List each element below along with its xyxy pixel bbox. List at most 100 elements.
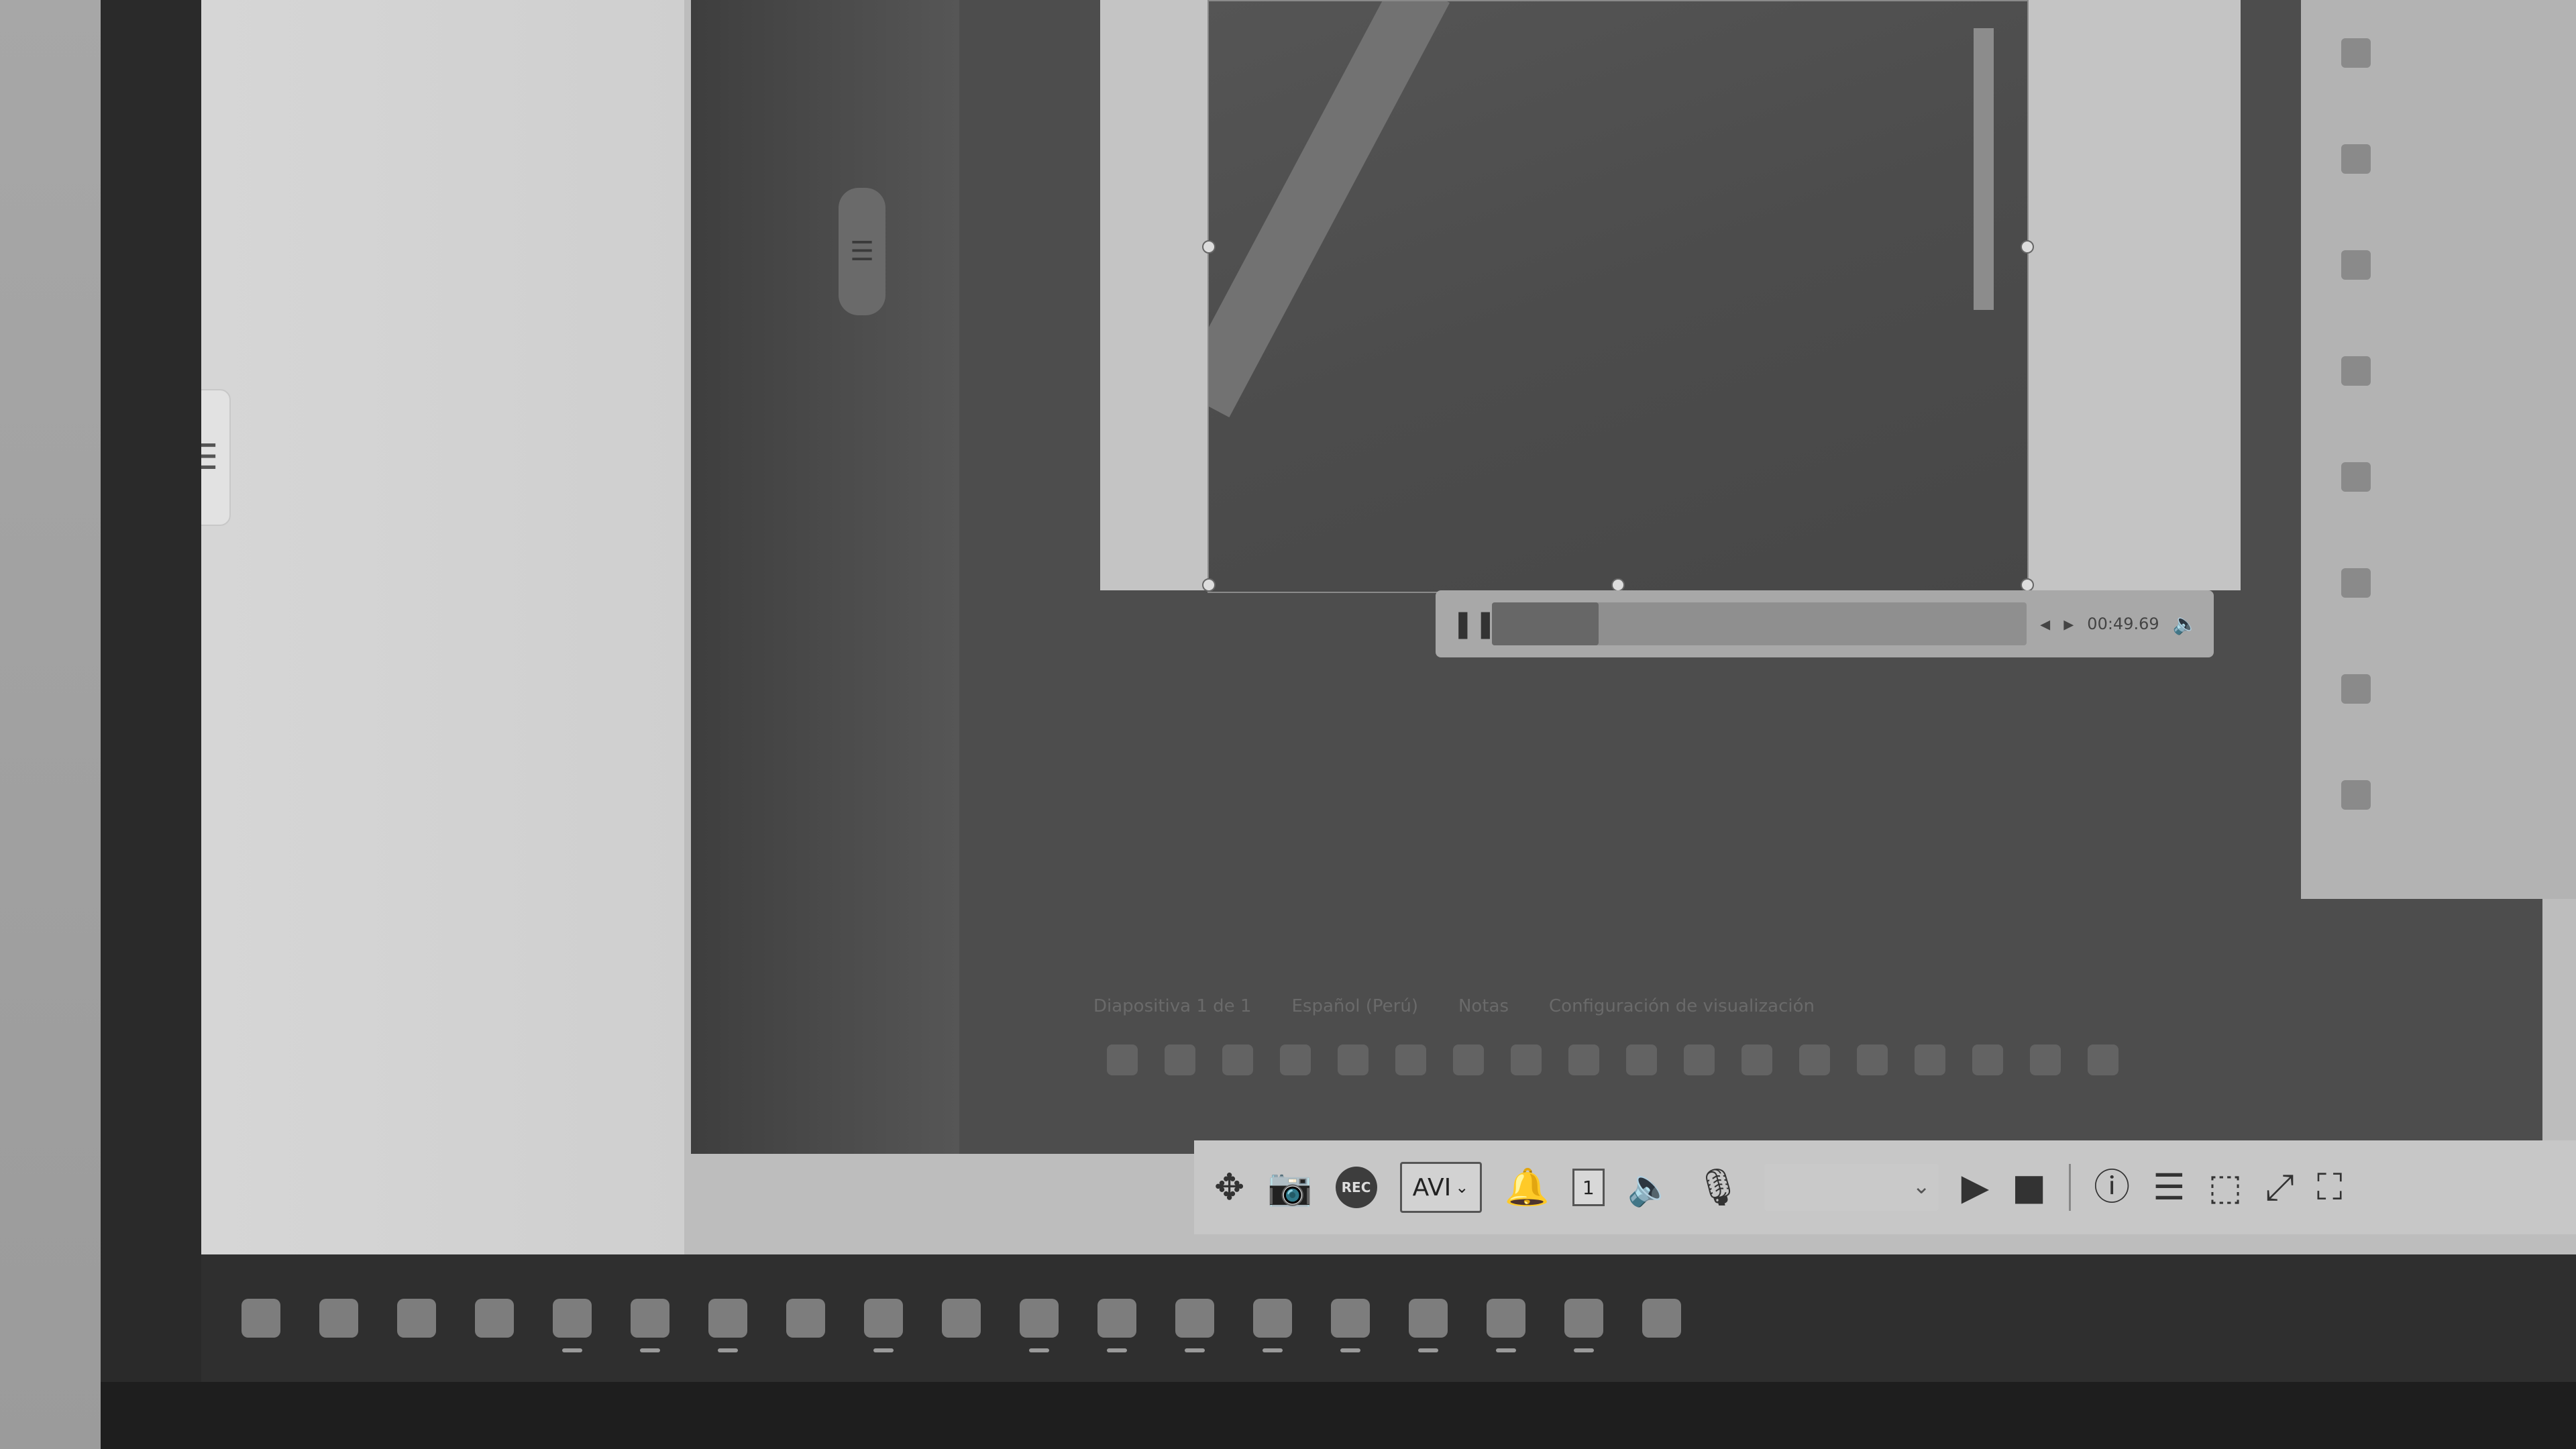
stop-icon[interactable]: ■ <box>2012 1169 2046 1205</box>
video-content-pole <box>1209 1 1450 418</box>
list-item[interactable] <box>2301 636 2576 742</box>
panel-collapse-handle[interactable]: ☰ <box>201 389 231 526</box>
notepad-icon[interactable] <box>864 1299 903 1352</box>
move-arrows-icon[interactable]: ✥ <box>1214 1169 1244 1205</box>
resize-handle[interactable] <box>2021 578 2034 592</box>
file-icon <box>2341 250 2371 280</box>
video-content-post <box>1974 28 1994 310</box>
chrome-beta-icon[interactable] <box>1175 1299 1214 1352</box>
list-item[interactable] <box>2301 742 2576 848</box>
camera-snapshot-icon[interactable]: 📷 <box>1267 1169 1312 1205</box>
edge-icon[interactable] <box>1453 1044 1484 1075</box>
chrome-beta-icon[interactable] <box>1799 1044 1830 1075</box>
toolbar-divider <box>2069 1164 2072 1211</box>
list-item[interactable] <box>2301 212 2576 318</box>
notepad-icon[interactable] <box>1568 1044 1599 1075</box>
acrobat-icon[interactable] <box>1331 1299 1370 1352</box>
windows-start-icon[interactable] <box>241 1299 280 1338</box>
media-control-bar: ❚❚ ◂ ▸ 00:49.69 🔈 <box>1436 590 2214 657</box>
viewer-toolbar: ✥ 📷 REC AVI ⌄ 🔔 1 🔈 🎙 ⌄ ▶ ■ ⓘ ☰ ⬚ ⤢ ⛶ <box>1194 1140 2576 1234</box>
bing-icon[interactable] <box>1511 1044 1542 1075</box>
terminal-icon[interactable] <box>1409 1299 1448 1352</box>
bing-icon[interactable] <box>786 1299 825 1338</box>
skip-back-icon[interactable]: ◂ <box>2040 612 2050 636</box>
right-thumbnail-list <box>2301 0 2576 899</box>
selection-rect-icon[interactable]: ⬚ <box>2208 1169 2243 1205</box>
monitor-bottom-bezel <box>101 1382 2576 1449</box>
file-explorer-icon[interactable] <box>631 1299 669 1352</box>
chromium-icon[interactable] <box>1684 1044 1715 1075</box>
resize-handle[interactable] <box>1202 240 1216 254</box>
alert-count[interactable]: 1 <box>1572 1169 1605 1206</box>
task-view-icon[interactable] <box>1165 1044 1195 1075</box>
remote-panel-handle[interactable]: ☰ <box>839 188 885 315</box>
widgets-icon[interactable] <box>1222 1044 1253 1075</box>
monitor-screen: ☰ ☰ ❚❚ ◂ ▸ 00:49.69 🔈 Diapositiva 1 de 1 <box>201 0 2576 1382</box>
play-icon[interactable]: ▶ <box>1962 1169 1990 1205</box>
record-format-select[interactable]: AVI ⌄ <box>1399 1162 1482 1213</box>
edit-pen-icon[interactable] <box>1741 1044 1772 1075</box>
outlook-icon[interactable] <box>2030 1044 2061 1075</box>
resize-handle[interactable] <box>1611 578 1625 592</box>
edit-pen-icon[interactable] <box>1097 1299 1136 1352</box>
stream-select[interactable]: ⌄ <box>1764 1164 1939 1211</box>
widgets-icon[interactable] <box>397 1299 436 1338</box>
chrome-icon[interactable] <box>553 1299 592 1352</box>
visual-studio-code-icon[interactable] <box>942 1299 981 1338</box>
list-item[interactable] <box>2301 424 2576 530</box>
task-view-icon[interactable] <box>319 1299 358 1338</box>
visual-studio-code-icon[interactable] <box>1626 1044 1657 1075</box>
list-item[interactable] <box>2301 318 2576 424</box>
windows-start-icon[interactable] <box>1107 1044 1138 1075</box>
chevron-down-icon: ⌄ <box>1455 1178 1469 1197</box>
resize-handle[interactable] <box>2021 240 2034 254</box>
fit-window-icon[interactable]: ⤢ <box>2265 1169 2294 1205</box>
notes-button[interactable]: Notas <box>1458 996 1509 1016</box>
file-explorer-icon[interactable] <box>1395 1044 1426 1075</box>
bell-icon[interactable]: 🔔 <box>1505 1169 1550 1205</box>
embedded-video[interactable] <box>1208 0 2029 593</box>
terminal-icon[interactable] <box>1972 1044 2003 1075</box>
fullscreen-icon[interactable]: ⛶ <box>2317 1169 2343 1205</box>
video-camera-icon[interactable] <box>475 1299 514 1338</box>
windows-taskbar <box>201 1254 2576 1382</box>
remote-taskbar <box>1107 1026 2381 1093</box>
remote-desktop-icon[interactable] <box>1253 1299 1292 1352</box>
file-icon <box>2341 780 2371 810</box>
video-camera-icon[interactable] <box>1280 1044 1311 1075</box>
file-icon <box>2341 568 2371 598</box>
powerpoint-icon[interactable] <box>1564 1299 1603 1352</box>
media-seek-bar[interactable] <box>1492 602 2027 645</box>
hamburger-menu-icon: ☰ <box>201 437 219 478</box>
acrobat-icon[interactable] <box>1915 1044 1945 1075</box>
chromium-icon[interactable] <box>1020 1299 1059 1352</box>
record-button[interactable]: REC <box>1335 1167 1377 1208</box>
file-icon <box>2341 462 2371 492</box>
edge-icon[interactable] <box>708 1299 747 1352</box>
chrome-icon[interactable] <box>1338 1044 1368 1075</box>
adjust-sliders-icon[interactable]: ☰ <box>2153 1169 2185 1205</box>
outlook-icon[interactable] <box>1487 1299 1525 1352</box>
powerpoint-icon[interactable] <box>2088 1044 2118 1075</box>
remote-desktop-icon[interactable] <box>1857 1044 1888 1075</box>
language-indicator[interactable]: Español (Perú) <box>1291 996 1418 1016</box>
chevron-down-icon: ⌄ <box>1912 1173 1931 1199</box>
info-icon[interactable]: ⓘ <box>2094 1169 2130 1205</box>
list-item[interactable] <box>2301 106 2576 212</box>
resize-handle[interactable] <box>1202 578 1216 592</box>
volume-icon[interactable]: 🔈 <box>2173 612 2198 636</box>
file-icon <box>2341 356 2371 386</box>
dev-tool-icon[interactable] <box>1642 1299 1681 1338</box>
file-icon <box>2341 144 2371 174</box>
microphone-muted-icon[interactable]: 🎙 <box>1695 1169 1741 1205</box>
list-item[interactable] <box>2301 530 2576 636</box>
list-item[interactable] <box>2301 0 2576 106</box>
pause-icon[interactable]: ❚❚ <box>1452 610 1497 637</box>
display-settings-button[interactable]: Configuración de visualización <box>1549 996 1815 1016</box>
speaker-icon[interactable]: 🔈 <box>1627 1169 1672 1205</box>
hamburger-menu-icon: ☰ <box>850 236 874 267</box>
media-time: 00:49.69 <box>2087 614 2159 633</box>
remote-status-bar: Diapositiva 1 de 1 Español (Perú) Notas … <box>1093 986 2435 1026</box>
file-icon <box>2341 674 2371 704</box>
skip-forward-icon[interactable]: ▸ <box>2063 612 2074 636</box>
